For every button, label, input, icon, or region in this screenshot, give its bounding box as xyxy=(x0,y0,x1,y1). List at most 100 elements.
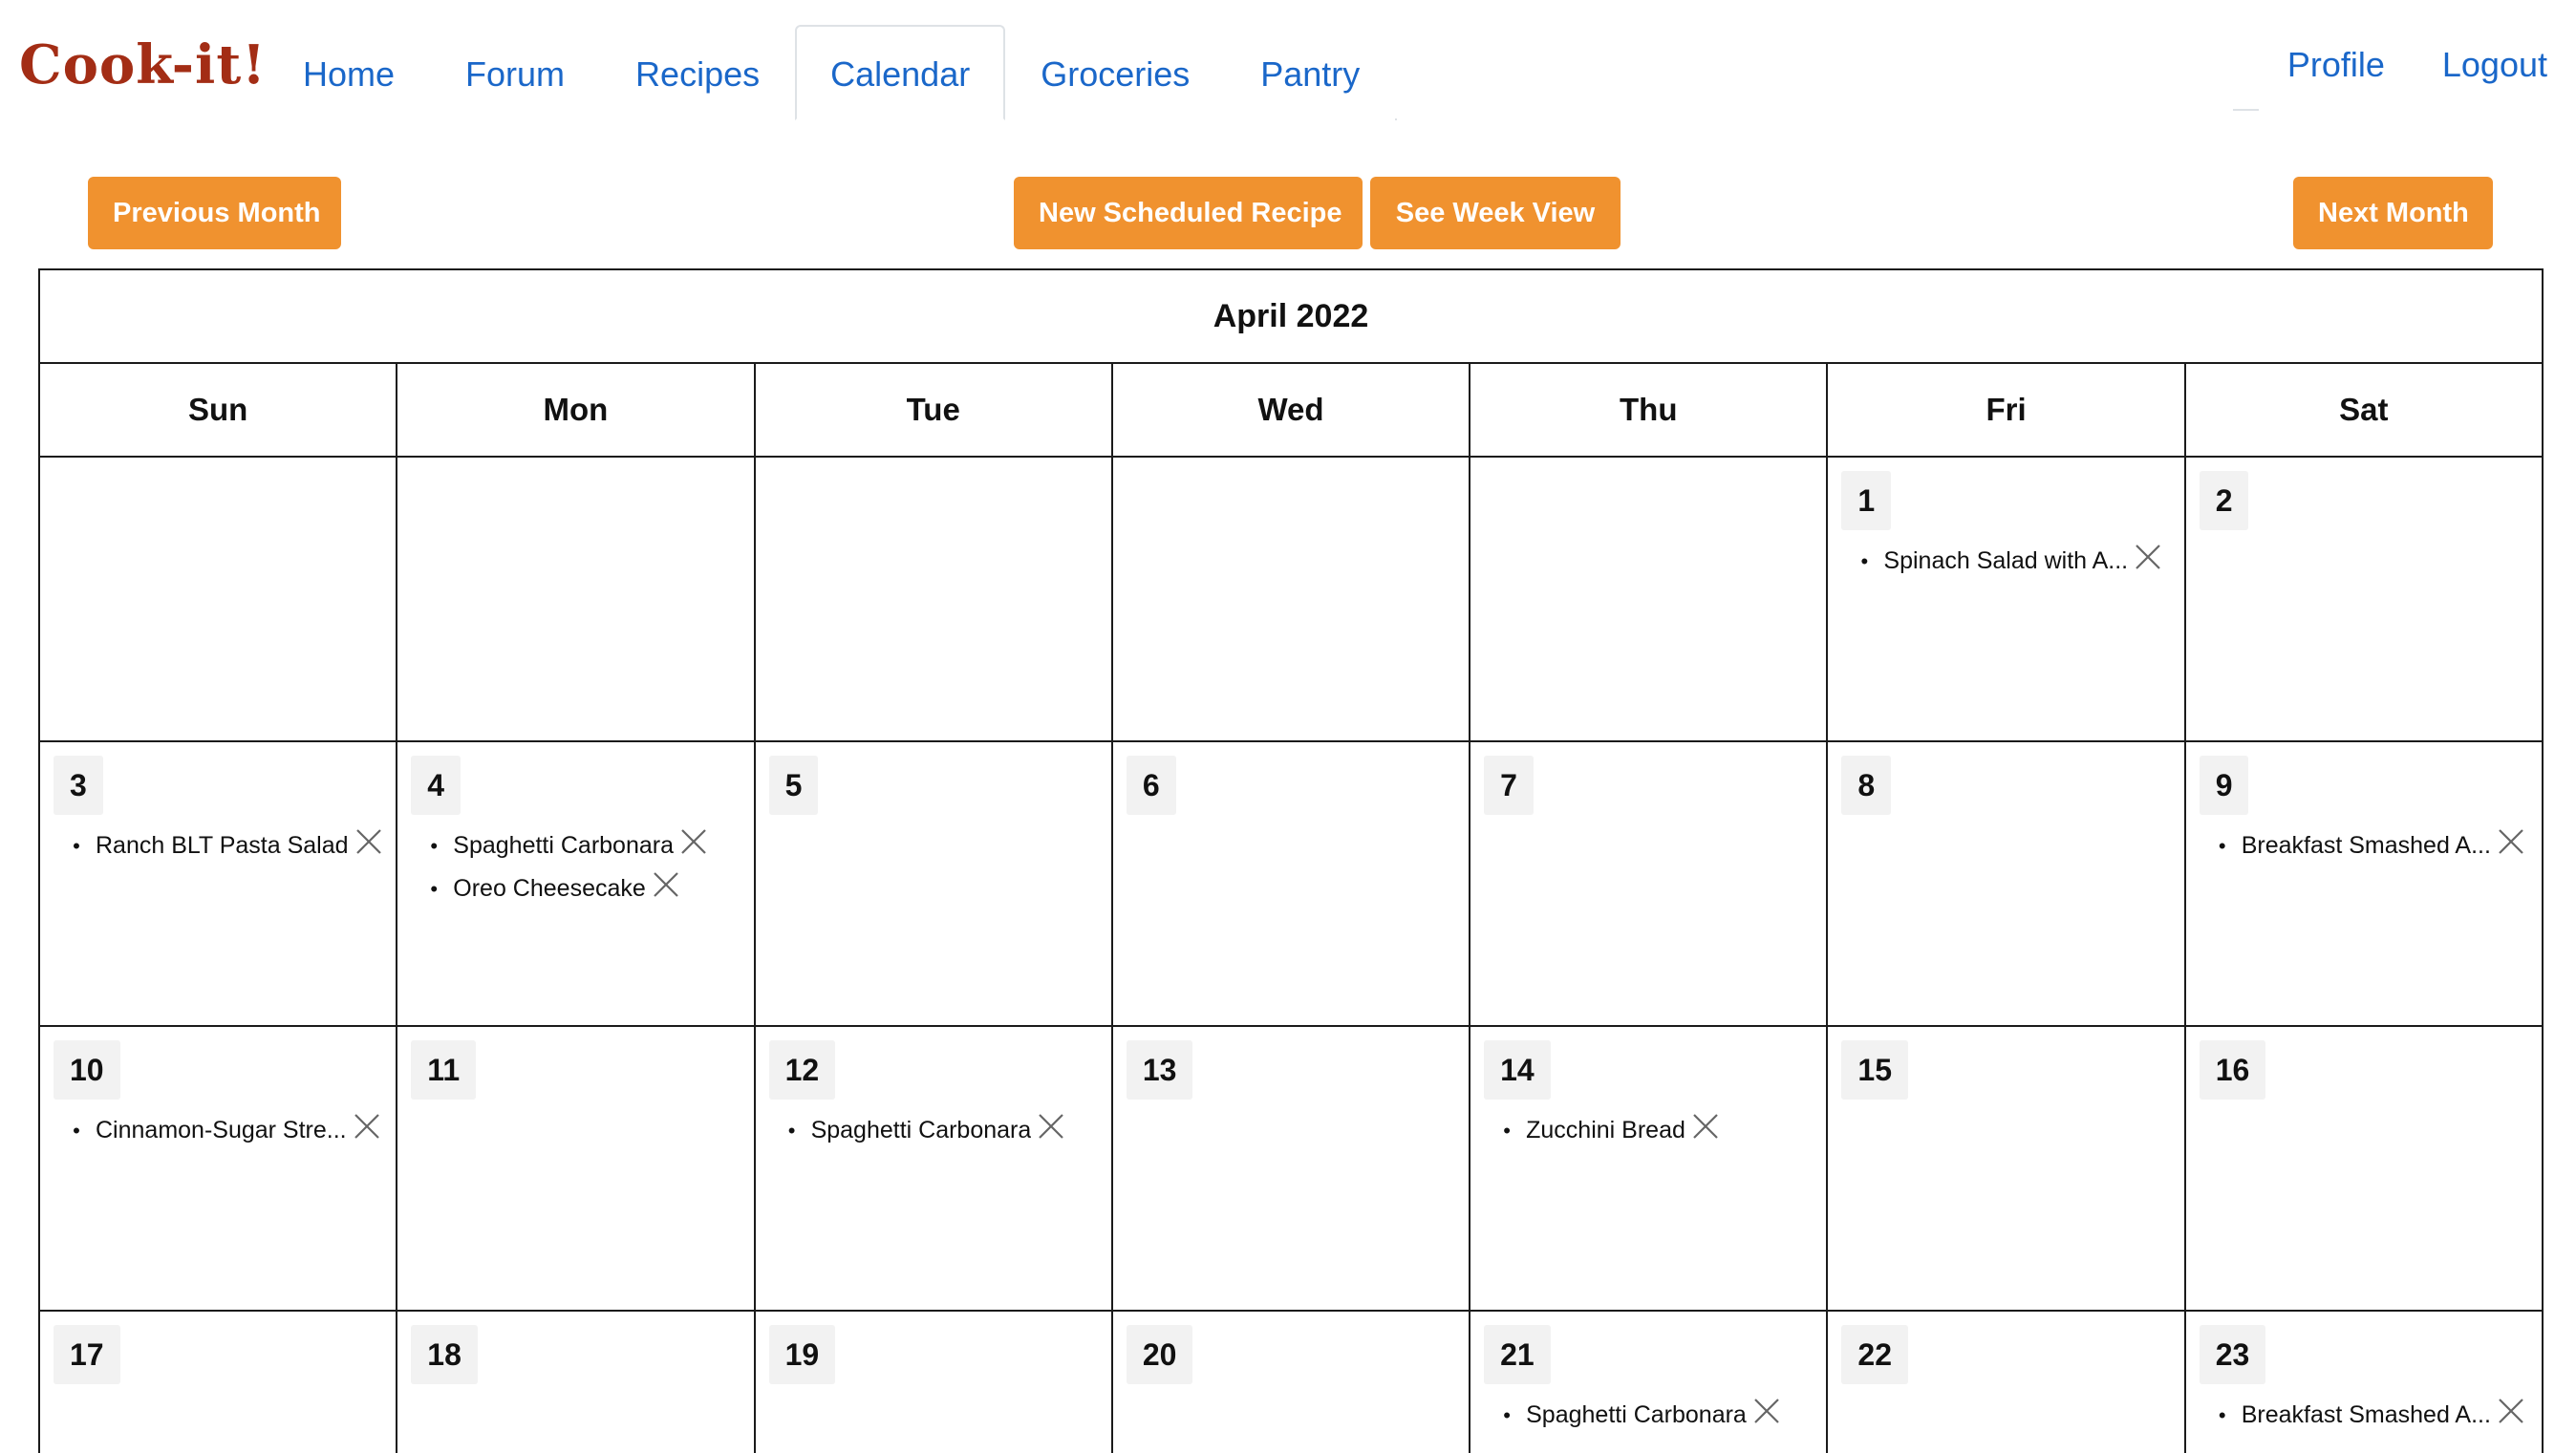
remove-recipe-x-icon[interactable] xyxy=(354,827,383,856)
nav-pantry[interactable]: Pantry xyxy=(1225,25,1396,120)
day-cell[interactable]: 9 • Breakfast Smashed A... xyxy=(2183,740,2544,1027)
nav-profile[interactable]: Profile xyxy=(2258,15,2414,111)
day-cell[interactable]: 6 xyxy=(1110,740,1471,1027)
day-cell[interactable]: 23 • Breakfast Smashed A... xyxy=(2183,1310,2544,1453)
see-week-view-button[interactable]: See Week View xyxy=(1370,177,1621,249)
scheduled-recipe-item: • Ranch BLT Pasta Salad xyxy=(57,824,395,867)
day-number: 22 xyxy=(1841,1325,1908,1384)
day-cell[interactable]: 20 xyxy=(1110,1310,1471,1453)
brand-logo[interactable]: Cook-it! xyxy=(19,27,267,103)
nav-forum[interactable]: Forum xyxy=(430,25,601,120)
recipe-name-link[interactable]: Breakfast Smashed A... xyxy=(2242,824,2491,867)
calendar-week-row: 17 18 19 20 21 • Spaghetti Carbonara 22 23 • Break… xyxy=(37,1310,2544,1453)
remove-recipe-x-icon[interactable] xyxy=(1691,1112,1720,1141)
remove-recipe-x-icon[interactable] xyxy=(2497,827,2525,856)
day-cell[interactable]: 21 • Spaghetti Carbonara xyxy=(1469,1310,1829,1453)
nav-calendar[interactable]: Calendar xyxy=(795,25,1006,120)
day-cell[interactable]: 5 xyxy=(753,740,1113,1027)
day-cell[interactable]: 11 xyxy=(396,1025,756,1312)
weekday-header: Wed xyxy=(1110,362,1471,458)
day-number: 9 xyxy=(2199,756,2249,815)
recipe-name-link[interactable]: Zucchini Bread xyxy=(1526,1109,1685,1152)
bullet-icon: • xyxy=(430,834,439,858)
scheduled-recipe-list: • Ranch BLT Pasta Salad xyxy=(41,824,395,867)
remove-recipe-x-icon[interactable] xyxy=(2134,543,2162,571)
day-cell[interactable]: 3 • Ranch BLT Pasta Salad xyxy=(37,740,398,1027)
day-cell[interactable] xyxy=(1110,456,1471,742)
day-number: 14 xyxy=(1484,1040,1551,1100)
day-number: 13 xyxy=(1126,1040,1193,1100)
day-number: 17 xyxy=(54,1325,120,1384)
day-cell[interactable] xyxy=(1469,456,1829,742)
remove-recipe-x-icon[interactable] xyxy=(2497,1397,2525,1425)
recipe-name-link[interactable]: Oreo Cheesecake xyxy=(453,867,646,910)
scheduled-recipe-item: • Breakfast Smashed A... xyxy=(2203,1394,2541,1437)
recipe-name-link[interactable]: Spaghetti Carbonara xyxy=(453,824,674,867)
recipe-name-link[interactable]: Spinach Salad with A... xyxy=(1883,540,2128,583)
scheduled-recipe-item: • Oreo Cheesecake xyxy=(415,867,752,910)
remove-recipe-x-icon[interactable] xyxy=(1037,1112,1065,1141)
day-cell[interactable]: 7 xyxy=(1469,740,1829,1027)
nav-logout[interactable]: Logout xyxy=(2413,15,2576,111)
day-cell[interactable]: 15 xyxy=(1826,1025,2186,1312)
weekday-header: Fri xyxy=(1826,362,2186,458)
day-cell[interactable] xyxy=(753,456,1113,742)
day-cell[interactable] xyxy=(396,456,756,742)
weekday-header: Mon xyxy=(396,362,756,458)
day-cell[interactable]: 22 xyxy=(1826,1310,2186,1453)
account-nav: Profile Logout xyxy=(2233,15,2576,111)
day-cell[interactable]: 10 • Cinnamon-Sugar Stre... xyxy=(37,1025,398,1312)
day-cell[interactable]: 16 xyxy=(2183,1025,2544,1312)
day-number: 16 xyxy=(2199,1040,2266,1100)
bullet-icon: • xyxy=(73,834,80,858)
weekday-header: Thu xyxy=(1469,362,1829,458)
day-cell[interactable]: 13 xyxy=(1110,1025,1471,1312)
nav-groceries[interactable]: Groceries xyxy=(1005,25,1226,120)
day-number: 19 xyxy=(768,1325,836,1384)
remove-recipe-x-icon[interactable] xyxy=(353,1112,381,1141)
day-number: 21 xyxy=(1484,1325,1551,1384)
day-cell[interactable]: 2 xyxy=(2183,456,2544,742)
day-cell[interactable]: 8 xyxy=(1826,740,2186,1027)
remove-recipe-x-icon[interactable] xyxy=(679,827,708,856)
remove-recipe-x-icon[interactable] xyxy=(652,870,680,899)
next-month-button[interactable]: Next Month xyxy=(2293,177,2493,249)
scheduled-recipe-list: • Spaghetti Carbonara • Oreo Cheesecake xyxy=(398,824,752,910)
recipe-name-link[interactable]: Ranch BLT Pasta Salad xyxy=(96,824,349,867)
remove-recipe-x-icon[interactable] xyxy=(1752,1397,1781,1425)
day-cell[interactable]: 14 • Zucchini Bread xyxy=(1469,1025,1829,1312)
weekday-header: Sun xyxy=(37,362,398,458)
day-cell[interactable]: 4 • Spaghetti Carbonara • Oreo Cheesecake xyxy=(396,740,756,1027)
scheduled-recipe-item: • Spaghetti Carbonara xyxy=(773,1109,1110,1152)
recipe-name-link[interactable]: Spaghetti Carbonara xyxy=(811,1109,1032,1152)
new-scheduled-recipe-button[interactable]: New Scheduled Recipe xyxy=(1014,177,1363,249)
weekday-header: Sat xyxy=(2183,362,2544,458)
day-number: 12 xyxy=(768,1040,836,1100)
nav-recipes[interactable]: Recipes xyxy=(600,25,796,120)
day-cell[interactable]: 1 • Spinach Salad with A... xyxy=(1826,456,2186,742)
nav-home[interactable]: Home xyxy=(268,25,431,120)
bullet-icon: • xyxy=(1503,1119,1511,1143)
month-calendar: April 2022 Sun Mon Tue Wed Thu Fri Sat 1 • Spina… xyxy=(37,268,2544,1453)
day-cell[interactable]: 12 • Spaghetti Carbonara xyxy=(753,1025,1113,1312)
day-number: 4 xyxy=(411,756,462,815)
calendar-body: 1 • Spinach Salad with A... 2 3 • Ranch BLT Pa… xyxy=(37,456,2544,1453)
day-number: 5 xyxy=(768,756,819,815)
scheduled-recipe-list: • Zucchini Bread xyxy=(1471,1109,1825,1152)
day-number: 10 xyxy=(54,1040,120,1100)
day-number: 2 xyxy=(2199,471,2249,530)
bullet-icon: • xyxy=(1503,1403,1511,1427)
day-cell[interactable] xyxy=(37,456,398,742)
day-cell[interactable]: 19 xyxy=(753,1310,1113,1453)
scheduled-recipe-list: • Spaghetti Carbonara xyxy=(757,1109,1110,1152)
bullet-icon: • xyxy=(2218,834,2226,858)
previous-month-button[interactable]: Previous Month xyxy=(88,177,341,249)
day-cell[interactable]: 18 xyxy=(396,1310,756,1453)
recipe-name-link[interactable]: Breakfast Smashed A... xyxy=(2242,1394,2491,1437)
day-number: 3 xyxy=(54,756,103,815)
recipe-name-link[interactable]: Cinnamon-Sugar Stre... xyxy=(96,1109,347,1152)
scheduled-recipe-item: • Spinach Salad with A... xyxy=(1845,540,2182,583)
day-number: 18 xyxy=(411,1325,478,1384)
recipe-name-link[interactable]: Spaghetti Carbonara xyxy=(1526,1394,1747,1437)
day-cell[interactable]: 17 xyxy=(37,1310,398,1453)
